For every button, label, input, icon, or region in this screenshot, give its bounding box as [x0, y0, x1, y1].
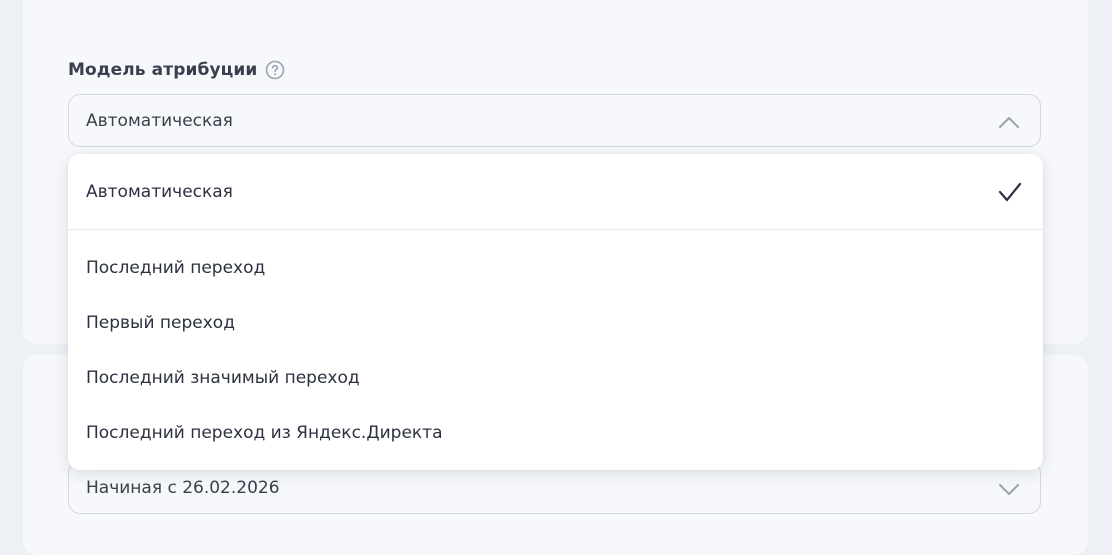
chevron-down-icon	[998, 481, 1020, 495]
option-label: Последний значимый переход	[86, 368, 360, 388]
attribution-select[interactable]: Автоматическая	[68, 94, 1041, 147]
chevron-up-icon	[998, 114, 1020, 128]
check-icon	[997, 181, 1023, 203]
option-last-direct-click[interactable]: Последний переход из Яндекс.Директа	[68, 413, 1043, 453]
question-circle-icon[interactable]	[265, 60, 285, 80]
attribution-label: Модель атрибуции	[68, 58, 285, 82]
option-last-significant-click[interactable]: Последний значимый переход	[68, 358, 1043, 398]
option-label: Первый переход	[86, 313, 235, 333]
option-label: Последний переход	[86, 258, 266, 278]
option-last-click[interactable]: Последний переход	[68, 248, 1043, 288]
option-first-click[interactable]: Первый переход	[68, 303, 1043, 343]
attribution-label-text: Модель атрибуции	[68, 60, 258, 80]
option-automatic[interactable]: Автоматическая	[68, 172, 1043, 212]
option-label: Автоматическая	[86, 182, 233, 202]
option-label: Последний переход из Яндекс.Директа	[86, 423, 443, 443]
period-select-value: Начиная с 26.02.2026	[86, 477, 280, 498]
attribution-dropdown-menu: Автоматическая Последний переход Первый …	[68, 154, 1043, 470]
dropdown-divider	[68, 229, 1043, 230]
attribution-select-value: Автоматическая	[86, 110, 233, 131]
